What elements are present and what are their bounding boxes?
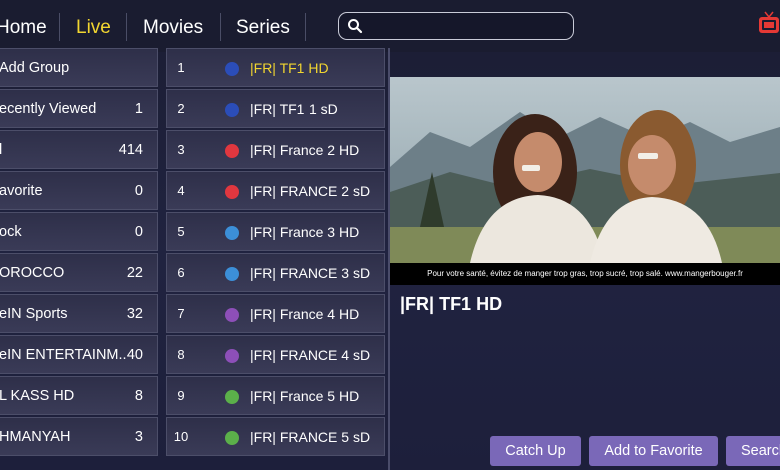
channel-row[interactable]: 2 |FR| TF1 1 sD (166, 89, 385, 128)
channel-quality-label: 1 sD (309, 101, 338, 117)
channel-name: |FR| TF1 HD (250, 60, 329, 76)
group-count: 32 (126, 306, 143, 322)
group-row[interactable]: ock 0 (0, 212, 158, 251)
group-row[interactable]: eIN ENTERTAINM.. 40 (0, 335, 158, 374)
group-row[interactable]: ecently Viewed 1 (0, 89, 158, 128)
tf1-logo-icon (225, 62, 239, 76)
nav-divider (305, 13, 306, 41)
nav-divider (126, 13, 127, 41)
group-count: 8 (134, 388, 143, 404)
group-count: 3 (134, 429, 143, 445)
channel-row[interactable]: 10 |FR| FRANCE 5 sD (166, 417, 385, 456)
channel-number: 10 (173, 429, 189, 444)
channel-row[interactable]: 1 |FR| TF1 HD (166, 48, 385, 87)
channel-number: 1 (177, 60, 185, 75)
channel-name: |FR| FRANCE 4 sD (250, 347, 371, 363)
group-row[interactable]: HMANYAH 3 (0, 417, 158, 456)
channel-number: 8 (177, 347, 185, 362)
group-name: OROCCO (0, 265, 65, 281)
france5-logo-icon (225, 390, 239, 404)
now-playing-title: |FR| TF1 HD (400, 294, 503, 314)
group-name: eIN ENTERTAINM.. (0, 347, 127, 363)
group-name: l (0, 142, 3, 158)
channel-row[interactable]: 5 |FR| France 3 HD (166, 212, 385, 251)
group-name: Add Group (0, 60, 70, 76)
group-row[interactable]: eIN Sports 32 (0, 294, 158, 333)
france4-logo-icon (225, 349, 239, 363)
france3-logo-icon (225, 267, 239, 281)
channel-name: |FR| France 4 HD (250, 306, 360, 322)
group-row[interactable]: l 414 (0, 130, 158, 169)
nav-divider (59, 13, 60, 41)
france4-logo-icon (225, 308, 239, 322)
search-icon (348, 19, 363, 34)
health-notice-text: Pour votre santé, évitez de manger trop … (390, 263, 780, 285)
group-name: eIN Sports (0, 306, 68, 322)
channel-name: |FR| France 3 HD (250, 224, 360, 240)
france2-logo-icon (225, 185, 239, 199)
group-name: avorite (0, 183, 43, 199)
france3-logo-icon (225, 226, 239, 240)
nav-movies[interactable]: Movies (143, 17, 203, 39)
channel-name: |FR| FRANCE 2 sD (250, 183, 371, 199)
channel-name: |FR| FRANCE 5 sD (250, 429, 371, 445)
channel-row[interactable]: 4 |FR| FRANCE 2 sD (166, 171, 385, 210)
france5-logo-icon (225, 431, 239, 445)
channel-number: 7 (177, 306, 185, 321)
group-name: L KASS HD (0, 388, 75, 404)
app-logo-icon (759, 11, 779, 33)
group-name: HMANYAH (0, 429, 71, 445)
group-count: 22 (126, 265, 143, 281)
search-input[interactable] (338, 12, 574, 40)
tf1-logo-icon (225, 103, 239, 117)
channel-name: |FR| France 2 HD (250, 142, 360, 158)
channel-row[interactable]: 9 |FR| France 5 HD (166, 376, 385, 415)
channel-name: |FR| TF1 (250, 101, 305, 117)
group-count: 414 (118, 142, 143, 158)
channel-row[interactable]: 6 |FR| FRANCE 3 sD (166, 253, 385, 292)
group-count: 40 (126, 347, 143, 363)
group-row[interactable]: L KASS HD 8 (0, 376, 158, 415)
nav-live[interactable]: Live (76, 17, 111, 39)
catch-up-button[interactable]: Catch Up (490, 436, 581, 466)
channel-row[interactable]: 3 |FR| France 2 HD (166, 130, 385, 169)
group-name: ock (0, 224, 22, 240)
video-preview[interactable]: Pour votre santé, évitez de manger trop … (390, 77, 780, 285)
channel-row[interactable]: 7 |FR| France 4 HD (166, 294, 385, 333)
group-row[interactable]: OROCCO 22 (0, 253, 158, 292)
search-button[interactable]: Search (726, 436, 780, 466)
group-row[interactable]: Add Group (0, 48, 158, 87)
channel-number: 2 (177, 101, 185, 116)
channel-number: 3 (177, 142, 185, 157)
channel-row[interactable]: 8 |FR| FRANCE 4 sD (166, 335, 385, 374)
france2-logo-icon (225, 144, 239, 158)
channel-name: |FR| France 5 HD (250, 388, 360, 404)
group-row[interactable]: avorite 0 (0, 171, 158, 210)
top-nav-bar: Home Live Movies Series (0, 0, 780, 52)
channel-name: |FR| FRANCE 3 sD (250, 265, 371, 281)
nav-series[interactable]: Series (236, 17, 290, 39)
channel-number: 9 (177, 388, 185, 403)
group-name: ecently Viewed (0, 101, 97, 117)
group-count: 0 (134, 224, 143, 240)
video-frame-image (390, 77, 780, 263)
nav-divider (220, 13, 221, 41)
channel-number: 5 (177, 224, 185, 239)
channel-number: 4 (177, 183, 185, 198)
channel-list: 1 |FR| TF1 HD 2 |FR| TF1 1 sD 3 |FR| France 2 … (166, 48, 386, 470)
channel-number: 6 (177, 265, 185, 280)
group-count: 0 (134, 183, 143, 199)
group-count: 1 (134, 101, 143, 117)
nav-home[interactable]: Home (0, 17, 47, 39)
group-list: Add Group ecently Viewed 1 l 414 avorite 0 ock 0… (0, 48, 158, 470)
add-to-favorite-button[interactable]: Add to Favorite (589, 436, 718, 466)
